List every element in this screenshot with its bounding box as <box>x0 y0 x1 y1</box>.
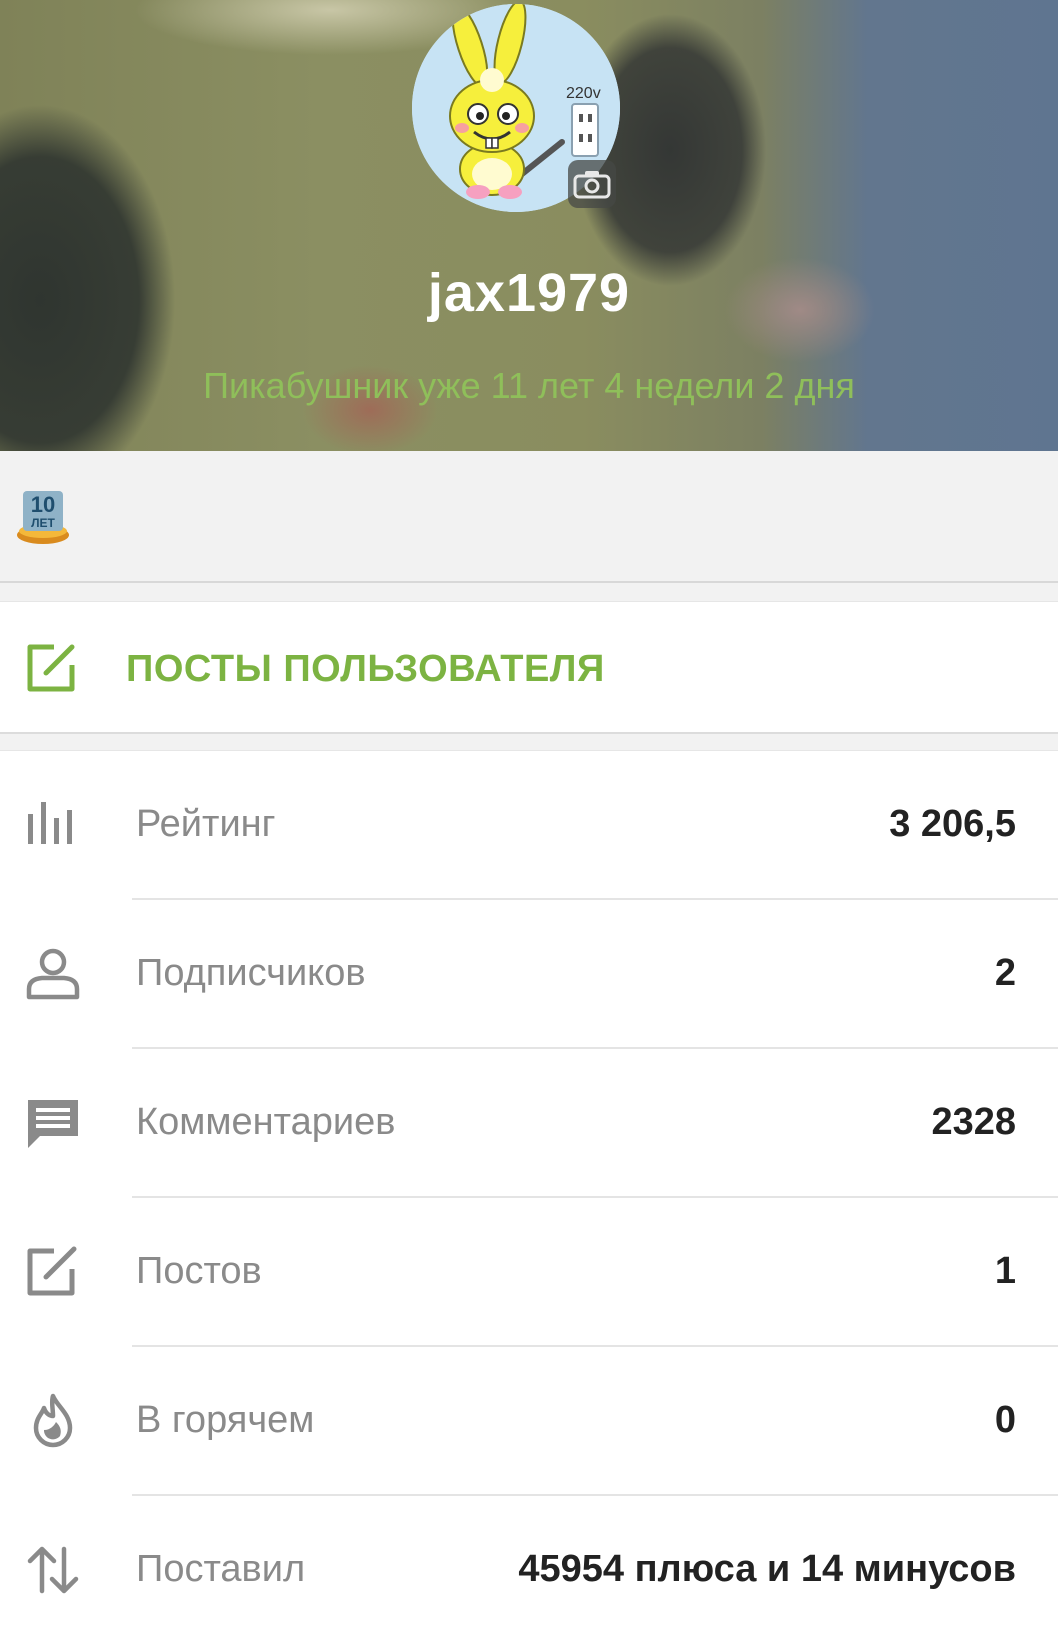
stat-label: В горячем <box>136 1399 315 1441</box>
stat-label: Комментариев <box>136 1101 396 1143</box>
stats-list: Рейтинг 3 206,5 Подписчиков 2 Комментари… <box>0 750 1058 1645</box>
badges-bar: 10 ЛЕТ <box>0 451 1058 583</box>
badge-number: 10 <box>31 492 55 517</box>
stat-label: Подписчиков <box>136 952 366 994</box>
change-avatar-camera-icon[interactable] <box>568 160 616 208</box>
stat-value: 1 <box>994 1250 1016 1292</box>
10-years-badge-icon[interactable]: 10 ЛЕТ <box>14 485 72 547</box>
edit-icon <box>24 1243 82 1301</box>
avatar-220v-text: 220v <box>566 85 601 102</box>
edit-icon <box>24 641 78 700</box>
stat-row-rating: Рейтинг 3 206,5 <box>0 751 1058 900</box>
stat-value: 0 <box>994 1399 1016 1441</box>
stat-row-comments[interactable]: Комментариев 2328 <box>0 1049 1058 1198</box>
username: jax1979 <box>427 263 631 323</box>
comment-icon <box>24 1094 82 1152</box>
stat-value: 2328 <box>931 1101 1016 1143</box>
user-posts-link[interactable]: ПОСТЫ ПОЛЬЗОВАТЕЛЯ <box>0 601 1058 734</box>
stat-value: 45954 плюса и 14 минусов <box>518 1548 1016 1590</box>
fire-icon <box>24 1392 82 1450</box>
stat-row-votes: Поставил 45954 плюса и 14 минусов <box>0 1496 1058 1645</box>
person-icon <box>24 945 82 1003</box>
stat-value: 2 <box>994 952 1016 994</box>
arrows-updown-icon <box>24 1541 82 1599</box>
stat-row-subscribers[interactable]: Подписчиков 2 <box>0 900 1058 1049</box>
stat-label: Поставил <box>136 1548 306 1590</box>
stat-row-posts[interactable]: Постов 1 <box>0 1198 1058 1347</box>
bar-chart-icon <box>24 796 82 854</box>
stat-label: Постов <box>136 1250 262 1292</box>
user-posts-label: ПОСТЫ ПОЛЬЗОВАТЕЛЯ <box>126 648 605 690</box>
stat-label: Рейтинг <box>136 803 276 845</box>
badge-subtext: ЛЕТ <box>31 516 55 530</box>
stat-value: 3 206,5 <box>889 803 1016 845</box>
stat-row-hot[interactable]: В горячем 0 <box>0 1347 1058 1496</box>
profile-header: 220v jax1979 Пикабушник уже 11 лет 4 нед… <box>0 0 1058 451</box>
member-since-text: Пикабушник уже 11 лет 4 недели 2 дня <box>203 365 855 406</box>
